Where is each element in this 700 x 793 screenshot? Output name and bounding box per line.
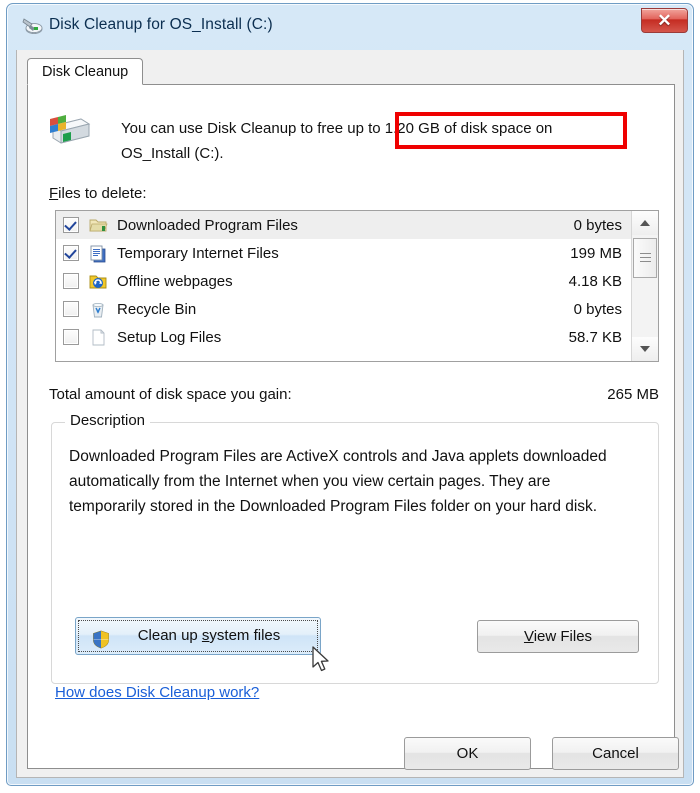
tab-strip: Disk Cleanup <box>27 58 675 85</box>
window-title: Disk Cleanup for OS_Install (C:) <box>49 16 273 33</box>
header-text-line2: OS_Install (C:). <box>121 145 224 162</box>
checkbox[interactable] <box>63 273 79 289</box>
clean-up-system-files-button[interactable]: Clean up system files <box>75 617 321 655</box>
scroll-down-arrow <box>640 346 650 352</box>
files-label-accel: F <box>49 185 59 202</box>
screen: Disk Cleanup for OS_Install (C:) ✕ Disk … <box>0 0 700 793</box>
checkbox[interactable] <box>63 329 79 345</box>
how-does-disk-cleanup-work-link[interactable]: How does Disk Cleanup work? <box>55 684 259 701</box>
list-item-size: 199 MB <box>570 244 622 262</box>
clean-up-suffix: ystem files <box>209 627 281 644</box>
header-text-after: on <box>531 120 553 137</box>
scroll-up-arrow <box>640 220 650 226</box>
list-item-size: 0 bytes <box>573 216 622 234</box>
clean-up-button-label: Clean up system files <box>138 627 281 644</box>
title-bar: Disk Cleanup for OS_Install (C:) ✕ <box>7 4 693 50</box>
list-item-name: Recycle Bin <box>117 300 197 318</box>
checkbox[interactable] <box>63 217 79 233</box>
list-item[interactable]: Temporary Internet Files 199 MB <box>56 239 631 267</box>
total-space-value: 265 MB <box>607 386 659 403</box>
list-item-size: 58.7 KB <box>568 328 622 346</box>
hard-drive-icon <box>47 114 93 148</box>
list-item[interactable]: Downloaded Program Files 0 bytes <box>56 211 631 239</box>
checkbox[interactable] <box>63 301 79 317</box>
close-button[interactable]: ✕ <box>641 8 688 33</box>
cancel-button[interactable]: Cancel <box>552 737 679 770</box>
uac-shield-icon <box>92 627 110 649</box>
list-item-name: Offline webpages <box>117 272 233 290</box>
files-list[interactable]: Downloaded Program Files 0 bytes Tempora… <box>55 210 659 362</box>
list-item-name: Setup Log Files <box>117 328 222 346</box>
list-item-size: 4.18 KB <box>568 272 622 290</box>
view-files-rest: iew Files <box>533 628 593 645</box>
list-item[interactable]: Recycle Bin 0 bytes <box>56 295 631 323</box>
total-space-label: Total amount of disk space you gain: <box>49 386 292 403</box>
ok-button[interactable]: OK <box>404 737 531 770</box>
scroll-grip-icon <box>640 253 651 262</box>
clean-up-prefix: Clean up <box>137 627 202 644</box>
description-body: Downloaded Program Files are ActiveX con… <box>69 448 607 515</box>
list-item[interactable]: Offline webpages 4.18 KB <box>56 267 631 295</box>
files-label-rest: iles to delete: <box>58 185 147 202</box>
list-item-name: Downloaded Program Files <box>117 216 298 234</box>
disk-cleanup-icon <box>21 16 43 36</box>
view-files-accel: V <box>523 628 534 645</box>
checkbox[interactable] <box>63 245 79 261</box>
header-highlighted-value: up to 1.20 GB of disk space <box>347 120 532 137</box>
documents-pages-icon <box>88 244 108 263</box>
tab-disk-cleanup[interactable]: Disk Cleanup <box>27 58 144 85</box>
disk-cleanup-window: Disk Cleanup for OS_Install (C:) ✕ Disk … <box>6 3 694 786</box>
folder-downloaded-icon <box>88 216 108 235</box>
view-files-button[interactable]: View Files <box>477 620 639 653</box>
description-legend: Description <box>65 412 151 429</box>
header-text-before: You can use Disk Cleanup to free <box>121 120 348 137</box>
recycle-bin-icon <box>88 300 108 319</box>
files-list-items: Downloaded Program Files 0 bytes Tempora… <box>56 211 631 361</box>
close-icon: ✕ <box>657 11 672 30</box>
list-item-name: Temporary Internet Files <box>117 244 279 262</box>
header-description: You can use Disk Cleanup to free up to 1… <box>121 116 661 166</box>
scroll-down-button[interactable] <box>632 337 658 361</box>
files-list-scrollbar[interactable] <box>631 211 658 361</box>
list-item[interactable]: Setup Log Files 58.7 KB <box>56 323 631 351</box>
scroll-thumb[interactable] <box>633 238 657 278</box>
files-to-delete-label: Files to delete: <box>49 185 147 202</box>
offline-webpages-icon <box>88 272 108 291</box>
scroll-up-button[interactable] <box>632 211 658 235</box>
blank-page-icon <box>88 328 108 347</box>
list-item-size: 0 bytes <box>573 300 622 318</box>
